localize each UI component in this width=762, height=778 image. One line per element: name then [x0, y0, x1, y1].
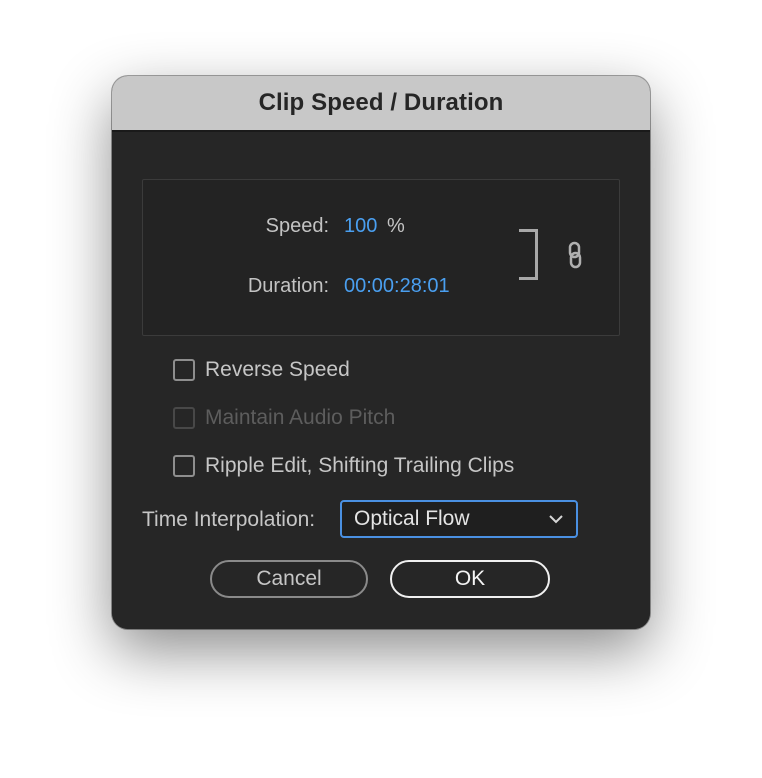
reverse-speed-checkbox[interactable] — [173, 359, 195, 381]
speed-label: Speed: — [265, 215, 329, 237]
chevron-down-icon — [549, 515, 563, 524]
time-interpolation-value: Optical Flow — [354, 507, 470, 530]
dialog-title: Clip Speed / Duration — [258, 89, 504, 116]
dialog-titlebar[interactable]: Clip Speed / Duration — [112, 76, 650, 132]
link-icon[interactable] — [563, 240, 587, 270]
maintain-audio-pitch-option: Maintain Audio Pitch — [173, 406, 395, 430]
ripple-edit-checkbox[interactable] — [173, 455, 195, 477]
maintain-audio-pitch-checkbox — [173, 407, 195, 429]
time-interpolation-select[interactable]: Optical Flow — [340, 500, 578, 538]
speed-value[interactable]: 100 — [344, 215, 377, 238]
cancel-button[interactable]: Cancel — [210, 560, 368, 598]
link-bracket — [519, 229, 538, 280]
duration-label: Duration: — [247, 275, 329, 297]
speed-duration-group: Speed: 100 % Duration: 00:00:28:01 — [142, 179, 620, 336]
clip-speed-duration-dialog: Clip Speed / Duration Speed: 100 % Durat… — [112, 76, 650, 629]
maintain-audio-pitch-label: Maintain Audio Pitch — [205, 406, 396, 429]
ripple-edit-option[interactable]: Ripple Edit, Shifting Trailing Clips — [173, 454, 514, 478]
speed-unit: % — [387, 215, 405, 237]
ok-button[interactable]: OK — [390, 560, 550, 598]
reverse-speed-label: Reverse Speed — [205, 358, 350, 381]
ripple-edit-label: Ripple Edit, Shifting Trailing Clips — [205, 454, 515, 477]
duration-value[interactable]: 00:00:28:01 — [344, 275, 450, 298]
dialog-content: Speed: 100 % Duration: 00:00:28:01 Rever… — [112, 132, 650, 629]
reverse-speed-option[interactable]: Reverse Speed — [173, 358, 350, 382]
time-interpolation-label: Time Interpolation: — [142, 508, 316, 531]
